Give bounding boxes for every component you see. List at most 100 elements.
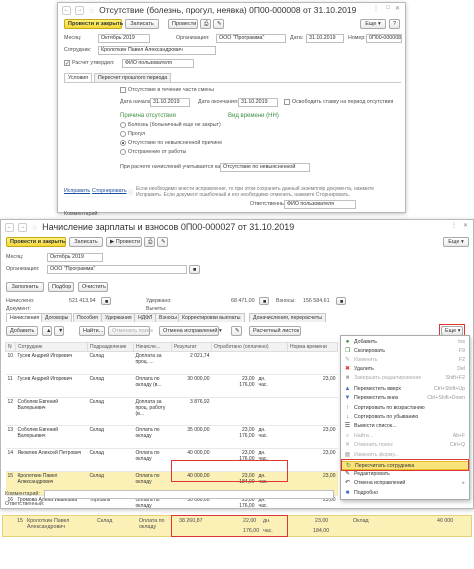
menu-item-edit-mode[interactable]: ✎ Редактировать — [341, 470, 469, 479]
pick-button[interactable]: Подбор — [48, 282, 74, 292]
end-date-field[interactable]: 31.10.2019 — [238, 98, 278, 107]
recalc-as-field[interactable]: Отсутствие по невыясненной — [220, 163, 310, 172]
comment-field[interactable] — [44, 490, 334, 499]
save-button[interactable]: Записать — [125, 19, 159, 29]
withheld-open-icon[interactable]: ■ — [259, 297, 269, 305]
tab-benefits[interactable]: Пособия — [73, 313, 102, 322]
col-norm[interactable]: Норма времени — [287, 342, 338, 352]
tab-withholdings[interactable]: Удержания — [101, 313, 136, 322]
org-open-icon[interactable]: ■ — [189, 265, 200, 274]
menu-item-sort-asc[interactable]: ↑ Сортировать по возрастанию — [341, 404, 469, 413]
start-date-field[interactable]: 31.10.2019 — [150, 98, 190, 107]
print-icon[interactable]: ⎙ — [200, 19, 211, 29]
more-button[interactable]: Еще ▾ — [443, 237, 469, 247]
reason-radio-unknown[interactable] — [120, 140, 126, 146]
menu-item-move-down[interactable]: ▼ Переместить вниз Ctrl+Shift+Down — [341, 394, 469, 403]
find-button[interactable]: Найти... — [79, 326, 105, 336]
col-result[interactable]: Результат — [171, 342, 212, 352]
favorite-star-icon[interactable]: ☆ — [88, 6, 95, 15]
move-up-icon[interactable]: ▲ — [42, 326, 52, 336]
back-icon[interactable]: ← — [5, 222, 14, 232]
tab-accruals[interactable]: Начисления — [6, 313, 44, 322]
contrib-open-icon[interactable]: ■ — [336, 297, 346, 305]
post-and-close-button[interactable]: Провести и закрыть — [64, 19, 123, 29]
employee-field[interactable]: Кролоткин Павел Александрович — [98, 46, 216, 55]
tab-payment-corrections[interactable]: Корректировки выплаты — [178, 313, 245, 322]
calc-approved-checkbox[interactable]: ✓ — [64, 60, 70, 67]
responsible-field[interactable]: ФИО пользователя — [284, 200, 356, 209]
fix-link[interactable]: Исправить — [64, 188, 90, 194]
menu-item-finish-edit[interactable]: ■ Завершить редактирование Shift+F2 — [341, 374, 469, 383]
accrued-open-icon[interactable]: ■ — [101, 297, 111, 305]
col-accrual[interactable]: Начисле... — [133, 342, 172, 352]
menu-dots-icon[interactable]: ⋮ — [373, 5, 379, 12]
menu-item-move-up[interactable]: ▲ Переместить вверх Ctrl+Shift+Up — [341, 385, 469, 394]
forward-icon[interactable]: → — [18, 222, 27, 232]
cell-department: Склад — [87, 397, 134, 426]
tab-recalculations[interactable]: Доначисления, перерасчеты — [249, 313, 326, 322]
edit-icon[interactable]: ✎ — [231, 326, 242, 336]
table-row[interactable]: 10 Гусев Андрей Игоревич Склад Доплата з… — [5, 351, 338, 375]
organization-field[interactable]: ООО "Программа" — [47, 265, 187, 274]
more-button[interactable]: Еще ▾ — [360, 19, 386, 29]
move-down-icon[interactable]: ▼ — [54, 326, 64, 336]
favorite-star-icon[interactable]: ☆ — [31, 223, 38, 232]
col-employee[interactable]: Сотрудник — [15, 342, 88, 352]
post-button[interactable]: Провести — [168, 19, 198, 29]
date-field[interactable]: 31.10.2019 — [306, 34, 344, 43]
attach-icon[interactable]: ✎ — [213, 19, 224, 29]
menu-item-output-list[interactable]: ☰ Вывести список... — [341, 422, 469, 431]
cancel-search-button[interactable]: Отменить поиск — [108, 326, 153, 336]
month-field[interactable]: Октябрь 2019 — [98, 34, 150, 43]
maximize-icon[interactable]: □ — [386, 5, 390, 11]
menu-item-fix-cancel[interactable]: ↶ Отмена исправлений ▸ — [341, 479, 469, 488]
post-and-close-button[interactable]: Провести и закрыть — [6, 237, 66, 247]
table-row[interactable]: 11 Гусев Андрей Игоревич Склад Оплата по… — [5, 374, 338, 398]
menu-item-details[interactable]: ■ Подробно — [341, 489, 469, 498]
add-row-button[interactable]: Добавить — [6, 326, 38, 336]
reason-radio-suspension[interactable] — [120, 149, 126, 155]
table-row[interactable]: 13 Соболев Евгений Валерьевич Склад Опла… — [5, 425, 338, 449]
free-rate-checkbox[interactable] — [284, 99, 290, 105]
post-button[interactable]: ▶ Провести — [106, 237, 142, 247]
calc-sheet-button[interactable]: Расчетный листок — [249, 326, 301, 336]
reason-radio-truancy[interactable] — [120, 131, 126, 137]
cell-worked — [211, 397, 257, 426]
reason-radio-sick[interactable] — [120, 122, 126, 128]
tab-conditions[interactable]: Условия — [64, 73, 92, 82]
menu-item-delete[interactable]: ✖ Удалить Del — [341, 365, 469, 374]
finish-edit-icon: ■ — [345, 375, 350, 381]
tab-recalc-past[interactable]: Пересчет прошлого периода — [94, 73, 172, 82]
fix-cancel-button[interactable]: Отмена исправлений ▾ — [159, 326, 222, 336]
menu-item-sort-desc[interactable]: ↓ Сортировать по убыванию — [341, 413, 469, 422]
clear-button[interactable]: Очистить — [78, 282, 108, 292]
forward-icon[interactable]: → — [75, 5, 84, 15]
partial-shift-checkbox[interactable] — [120, 87, 126, 93]
menu-item-find[interactable]: ⌕ Найти... Alt+F — [341, 432, 469, 441]
help-icon[interactable]: ? — [389, 19, 400, 29]
close-icon[interactable]: ✕ — [463, 222, 468, 229]
close-icon[interactable]: ✕ — [395, 5, 400, 12]
calc-approved-field[interactable]: ФИО пользователя — [122, 59, 194, 68]
col-n[interactable]: N — [5, 342, 16, 352]
col-department[interactable]: Подразделение — [87, 342, 134, 352]
print-icon[interactable]: ⎙ — [144, 237, 155, 247]
post-label: Провести — [115, 239, 141, 245]
menu-item-copy[interactable]: ❐ Скопировать F9 — [341, 347, 469, 356]
col-worked[interactable]: Отработано (оплачено) — [211, 342, 288, 352]
fill-button[interactable]: Заполнить — [6, 282, 44, 292]
number-field[interactable]: 0П00-000008 — [366, 34, 402, 43]
organization-field[interactable]: ООО "Программа" — [216, 34, 286, 43]
attach-icon[interactable]: ✎ — [157, 237, 168, 247]
storno-link[interactable]: Сторнировать — [92, 188, 127, 194]
tab-ndfl[interactable]: НДФЛ — [134, 313, 157, 322]
tab-contracts[interactable]: Договоры — [41, 313, 73, 322]
menu-item-add[interactable]: ● Добавить Ins — [341, 338, 469, 347]
menu-item-edit[interactable]: ✎ Изменить F2 — [341, 356, 469, 365]
table-row[interactable]: 12 Соболев Евгений Валерьевич Склад Допл… — [5, 397, 338, 426]
menu-item-cancel-search[interactable]: ✕ Отменить поиск Ctrl+Q — [341, 441, 469, 450]
menu-dots-icon[interactable]: ⋮ — [451, 222, 457, 229]
month-field[interactable]: Октябрь 2019 — [47, 253, 103, 262]
back-icon[interactable]: ← — [62, 5, 71, 15]
save-button[interactable]: Записать — [69, 237, 103, 247]
